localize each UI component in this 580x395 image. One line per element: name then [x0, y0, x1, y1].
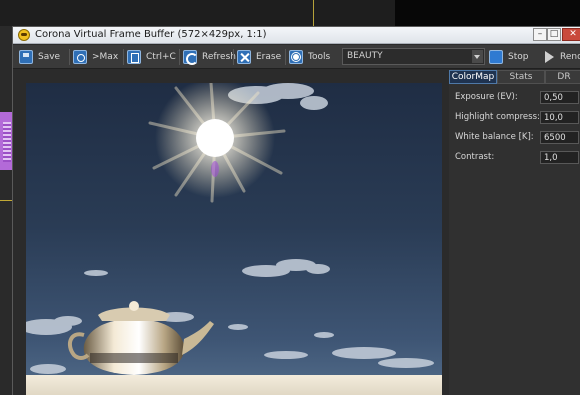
exposure-label: Exposure (EV): — [455, 92, 518, 102]
host-viewport-object-detail — [3, 122, 11, 162]
tools-label: Tools — [308, 52, 331, 62]
white-balance-row: White balance [K]: 6500 — [455, 131, 580, 145]
copy-button[interactable]: Ctrl+C — [127, 48, 176, 66]
corona-icon — [18, 29, 30, 41]
white-balance-label: White balance [K]: — [455, 132, 534, 142]
contrast-label: Contrast: — [455, 152, 495, 162]
teapot — [67, 301, 214, 375]
contrast-row: Contrast: 1,0 — [455, 151, 580, 165]
toolbar-divider — [285, 49, 286, 65]
host-app-viewport-dark — [395, 0, 580, 26]
erase-label: Erase — [256, 52, 282, 62]
stop-icon — [489, 50, 503, 64]
host-app-left-strip — [0, 26, 12, 395]
minimize-button[interactable]: – — [533, 28, 547, 41]
render-pass-value: BEAUTY — [347, 51, 383, 61]
toolbar: Save >Max Ctrl+C Refresh Erase Tools BEA… — [13, 45, 580, 69]
exposure-row: Exposure (EV): 0,50 — [455, 91, 580, 105]
render-pass-select[interactable]: BEAUTY — [342, 48, 485, 65]
save-icon — [19, 50, 33, 64]
tab-colormap-label: ColorMap — [451, 72, 495, 82]
render-button[interactable]: Rend — [543, 48, 580, 66]
exposure-field[interactable]: 0,50 — [540, 91, 579, 104]
erase-button[interactable]: Erase — [237, 48, 281, 66]
toolbar-divider — [123, 49, 124, 65]
contrast-field[interactable]: 1,0 — [540, 151, 579, 164]
chevron-down-icon — [472, 50, 483, 63]
render-area — [13, 70, 445, 395]
render-scene — [26, 83, 442, 395]
refresh-label: Refresh — [202, 52, 236, 62]
settings-panel: ColorMap Stats DR Exposure (EV): 0,50 Hi… — [449, 70, 580, 395]
toolbar-divider — [233, 49, 234, 65]
toolbar-divider — [179, 49, 180, 65]
gear-icon — [289, 50, 303, 64]
vfb-window: Corona Virtual Frame Buffer (572×429px, … — [12, 26, 580, 395]
maximize-button[interactable]: □ — [547, 28, 561, 41]
tab-stats-label: Stats — [509, 72, 533, 82]
window-title: Corona Virtual Frame Buffer (572×429px, … — [35, 29, 267, 40]
ground-plane — [26, 375, 442, 395]
save-button[interactable]: Save — [19, 48, 60, 66]
refresh-icon — [183, 50, 198, 65]
panel-tabs: ColorMap Stats DR — [449, 70, 580, 84]
copy-icon — [127, 50, 141, 64]
white-balance-field[interactable]: 6500 — [540, 131, 579, 144]
tab-dr-label: DR — [557, 72, 571, 82]
close-button[interactable]: ✕ — [562, 28, 580, 41]
tab-dr[interactable]: DR — [545, 70, 580, 84]
rendered-image[interactable] — [26, 83, 442, 395]
desktop: Corona Virtual Frame Buffer (572×429px, … — [0, 0, 580, 395]
toolbar-divider — [69, 49, 70, 65]
max-icon — [73, 50, 87, 64]
to-max-label: >Max — [92, 52, 119, 62]
highlight-compress-label: Highlight compress: — [455, 112, 540, 122]
highlight-compress-field[interactable]: 10,0 — [540, 111, 579, 124]
tab-stats[interactable]: Stats — [497, 70, 545, 84]
save-label: Save — [38, 52, 61, 62]
to-max-button[interactable]: >Max — [73, 48, 118, 66]
render-label: Rend — [560, 52, 580, 62]
stop-button[interactable]: Stop — [489, 48, 528, 66]
play-icon — [543, 50, 555, 64]
stop-label: Stop — [508, 52, 529, 62]
refresh-button[interactable]: Refresh — [183, 48, 236, 66]
host-viewport-divider — [313, 0, 314, 26]
copy-label: Ctrl+C — [146, 52, 176, 62]
tools-button[interactable]: Tools — [289, 48, 330, 66]
erase-icon — [237, 50, 251, 64]
title-bar[interactable]: Corona Virtual Frame Buffer (572×429px, … — [13, 27, 580, 44]
sun — [196, 119, 234, 157]
lens-flare — [211, 161, 219, 177]
highlight-compress-row: Highlight compress: 10,0 — [455, 111, 580, 125]
tab-colormap[interactable]: ColorMap — [449, 70, 497, 84]
host-viewport-border — [0, 200, 12, 201]
